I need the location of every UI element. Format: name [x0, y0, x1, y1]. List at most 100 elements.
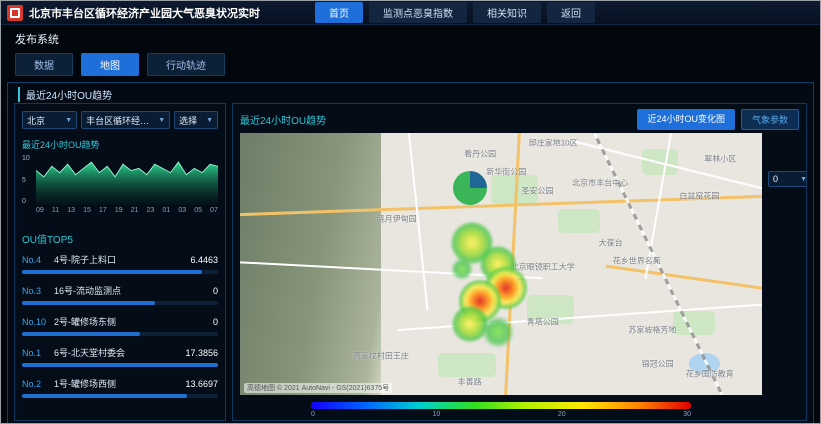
map-place-label: 邱庄家地10区: [529, 138, 578, 149]
map-place-label: 高家坟村田王庄: [353, 350, 409, 361]
legend-row: 0102030: [240, 402, 762, 418]
chevron-down-icon: ▼: [65, 117, 72, 124]
left-panel: 北京▼丰台区循环经济产▼选择▼ 最近24小时OU趋势 1050: [14, 103, 226, 421]
trend-chart-title: 最近24小时OU趋势: [22, 138, 218, 151]
weather-params-button[interactable]: 气象参数: [741, 109, 799, 130]
map-park: [558, 209, 600, 233]
top5-bar-fill: [22, 332, 140, 336]
x-tick-label: 23: [147, 207, 155, 214]
chevron-down-icon: ▼: [206, 117, 213, 124]
top5-name: 2号-罐修场东侧: [54, 315, 207, 328]
app-window: 北京市丰台区循环经济产业园大气恶臭状况实时 首页监测点恶臭指数相关知识返回 发布…: [0, 0, 821, 424]
trend-y-axis: 10 5 0: [22, 155, 30, 205]
top5-bar-track: [22, 394, 218, 398]
y-tick-label: 0: [22, 198, 30, 205]
map-buttons: 近24小时OU变化图 气象参数: [637, 109, 799, 130]
top5-name: 4号-院子上料口: [54, 253, 184, 266]
system-row: 发布系统: [1, 25, 820, 50]
tab-3[interactable]: 行动轨迹: [147, 53, 225, 76]
legend-tick-label: 0: [311, 411, 315, 418]
map-place-label: 花乡世界名苑: [613, 256, 661, 267]
top5-item: No.44号-院子上料口6.4463: [22, 253, 218, 274]
top5-item-row: No.316号-流动监测点0: [22, 284, 218, 297]
heat-legend-ticks: 0102030: [311, 411, 691, 418]
top5-name: 6号-北天堂村委会: [54, 346, 179, 359]
filter-select-2[interactable]: 丰台区循环经济产▼: [81, 111, 170, 129]
panel-title: 最近24小时OU趋势: [18, 87, 112, 102]
filter-select-value: 丰台区循环经济产: [86, 114, 155, 127]
top5-value: 13.6697: [185, 379, 218, 389]
top5-item-row: No.102号-罐修场东侧 0: [22, 315, 218, 328]
legend-tick-label: 30: [683, 411, 691, 418]
map-place-label: 花乡国防教育: [686, 369, 734, 380]
top5-item: No.102号-罐修场东侧 0: [22, 315, 218, 336]
region-selects: 北京▼丰台区循环经济产▼选择▼: [22, 111, 218, 129]
map-road: [606, 265, 762, 293]
map-place-label: 锦冠公园: [642, 358, 674, 369]
main-nav: 首页监测点恶臭指数相关知识返回: [315, 2, 595, 23]
tab-1[interactable]: 数据: [15, 53, 73, 76]
ou-top5-title: OU值TOP5: [22, 231, 218, 246]
top5-value: 17.3856: [185, 348, 218, 358]
top-bar: 北京市丰台区循环经济产业园大气恶臭状况实时 首页监测点恶臭指数相关知识返回: [1, 1, 820, 25]
trend-x-axis: 091113151719212301030507: [36, 207, 218, 214]
top5-rank: No.2: [22, 379, 54, 389]
top5-bar-track: [22, 301, 218, 305]
top5-item: No.16号-北天堂村委会17.3856: [22, 346, 218, 367]
nav-item-3[interactable]: 相关知识: [473, 2, 541, 23]
map-place-label: 青塔公园: [527, 316, 559, 327]
map[interactable]: 高德地图 © 2021 AutoNavi - GS(2021)6375号 邱庄家…: [240, 133, 762, 395]
heat-blob: [482, 316, 514, 348]
pie-marker: [453, 171, 487, 205]
top5-bar-fill: [22, 363, 218, 367]
x-tick-label: 15: [83, 207, 91, 214]
x-tick-label: 11: [52, 207, 59, 214]
map-place-label: 苏家坡格芳地: [628, 324, 676, 335]
top5-bar-track: [22, 270, 218, 274]
nav-item-2[interactable]: 监测点恶臭指数: [369, 2, 467, 23]
y-tick-label: 10: [22, 155, 30, 162]
top5-bar-track: [22, 363, 218, 367]
filter-select-1[interactable]: 北京▼: [22, 111, 77, 129]
map-place-label: 北京眼镜职工大学: [511, 261, 575, 272]
nav-item-1[interactable]: 首页: [315, 2, 363, 23]
x-tick-label: 19: [115, 207, 123, 214]
filter-select-value: 选择: [179, 114, 197, 127]
top5-name: 1号-罐修场西侧: [54, 377, 179, 390]
x-tick-label: 03: [178, 207, 186, 214]
map-layer-select[interactable]: 0 ▼: [768, 171, 807, 187]
map-attribution: 高德地图 © 2021 AutoNavi - GS(2021)6375号: [244, 383, 392, 393]
map-section-title: 最近24小时OU趋势: [240, 112, 326, 127]
heat-legend: 0102030: [311, 402, 691, 418]
app-title: 北京市丰台区循环经济产业园大气恶臭状况实时: [29, 5, 260, 21]
map-place-label: 大葆台: [599, 238, 623, 249]
map-place-label: 白盆窑花园: [679, 190, 719, 201]
map-place-label: 圣安公园: [522, 185, 554, 196]
trend-chart: 1050 091113151719212301030507: [22, 155, 218, 223]
map-place-label: 翠林小区: [704, 154, 736, 165]
system-label: 发布系统: [15, 34, 59, 46]
panel-content: 北京▼丰台区循环经济产▼选择▼ 最近24小时OU趋势 1050: [8, 83, 813, 424]
map-place-label: 晓月伊甸园: [377, 214, 417, 225]
right-panel: 最近24小时OU趋势 近24小时OU变化图 气象参数: [232, 103, 807, 421]
tab-2[interactable]: 地图: [81, 53, 139, 76]
x-tick-label: 09: [36, 207, 44, 214]
filter-select-3[interactable]: 选择 ▼: [174, 111, 218, 129]
trend-chart-svg: [36, 155, 218, 205]
nav-item-4[interactable]: 返回: [547, 2, 595, 23]
map-layer-select-value: 0: [773, 174, 778, 184]
ou-change-chart-button[interactable]: 近24小时OU变化图: [637, 109, 735, 130]
top5-value: 0: [213, 317, 218, 327]
map-park: [673, 311, 715, 335]
top5-item-row: No.16号-北天堂村委会17.3856: [22, 346, 218, 359]
top5-rank: No.10: [22, 317, 54, 327]
heat-legend-bar: [311, 402, 691, 409]
legend-tick-label: 20: [558, 411, 566, 418]
top5-bar-track: [22, 332, 218, 336]
x-tick-label: 13: [67, 207, 75, 214]
top5-bar-fill: [22, 270, 202, 274]
top5-name: 16号-流动监测点: [54, 284, 207, 297]
view-tabs: 数据地图行动轨迹: [1, 50, 820, 82]
y-tick-label: 5: [22, 177, 30, 184]
map-place-label: 丰善路: [458, 376, 482, 387]
